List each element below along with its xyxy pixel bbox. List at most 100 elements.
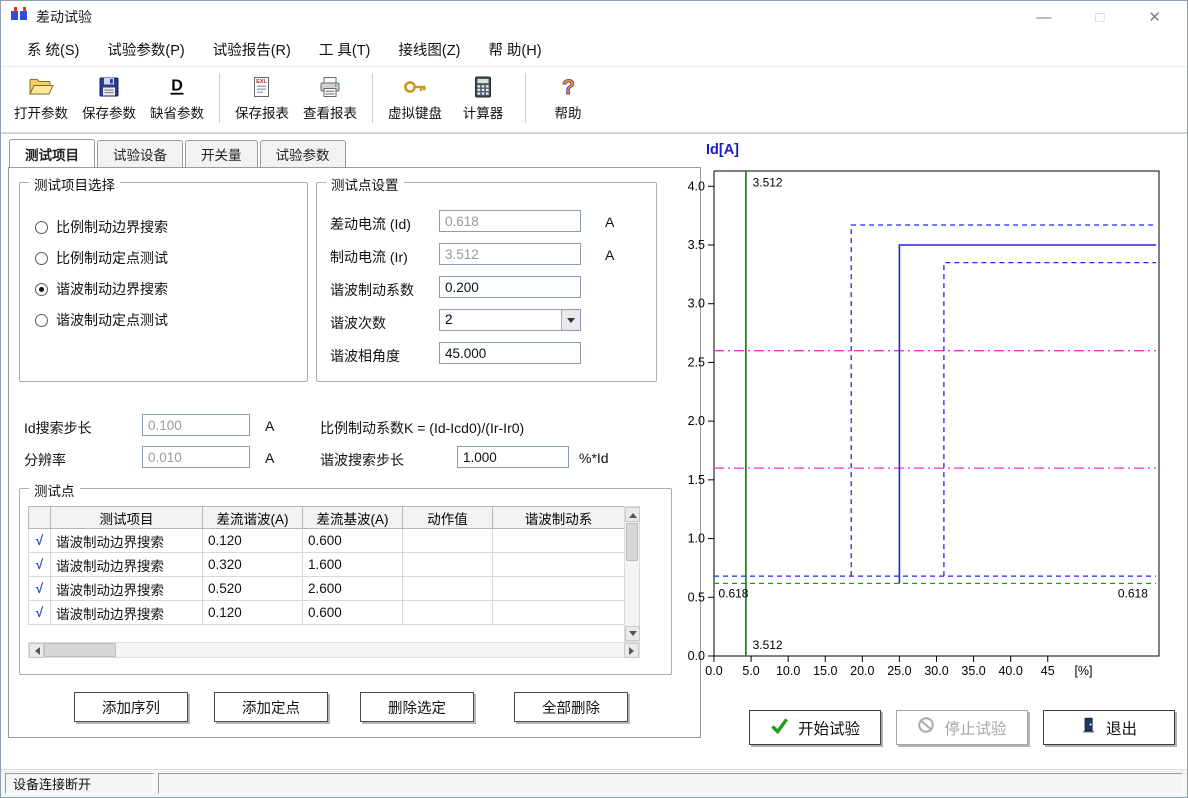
stop-test-button[interactable]: 停止试验 (896, 710, 1028, 745)
table-row[interactable]: √谐波制动边界搜索0.3201.600 (29, 553, 625, 577)
toolbar-default-params-button[interactable]: D缺省参数 (143, 71, 211, 122)
delete-all-button[interactable]: 全部删除 (514, 692, 628, 722)
tab-test-items[interactable]: 测试项目 (9, 139, 95, 167)
svg-text:[%]: [%] (1074, 664, 1092, 678)
resolution-unit: A (265, 450, 274, 466)
harmonic-brake-coeff-input[interactable] (439, 276, 581, 298)
scroll-down-icon[interactable] (625, 626, 640, 641)
radio-option-label: 谐波制动边界搜索 (56, 279, 168, 299)
cell-r3-c1: 谐波制动边界搜索 (51, 577, 203, 601)
radio-option-3[interactable]: 谐波制动边界搜索 (35, 279, 168, 299)
menu-item-test-params[interactable]: 试验参数(P) (93, 34, 198, 65)
radio-option-4[interactable]: 谐波制动定点测试 (35, 310, 168, 330)
toolbar-save-floppy-button[interactable]: 保存参数 (75, 71, 143, 122)
svg-text:20.0: 20.0 (850, 664, 874, 678)
harmonic-phase-label: 谐波相角度 (330, 346, 400, 366)
table-vertical-scrollbar[interactable] (624, 506, 640, 642)
svg-text:1.0: 1.0 (688, 532, 705, 546)
row-check-icon[interactable]: √ (29, 553, 51, 577)
harmonic-order-select[interactable]: 2 (439, 309, 581, 331)
brake-current-ir-input (439, 243, 581, 265)
table-horizontal-scrollbar[interactable] (28, 642, 640, 658)
radio-option-1[interactable]: 比例制动边界搜索 (35, 217, 168, 237)
toolbar-open-folder-button[interactable]: 打开参数 (7, 71, 75, 122)
horizontal-scroll-thumb[interactable] (44, 643, 116, 657)
scroll-right-icon[interactable] (624, 643, 639, 658)
virtual-keyboard-icon (402, 73, 428, 101)
menu-item-wiring-diagram[interactable]: 接线图(Z) (384, 34, 474, 65)
svg-text:EXL: EXL (256, 79, 267, 85)
check-icon (770, 717, 789, 739)
toolbar-button-label: 保存参数 (82, 102, 136, 122)
toolbar: 打开参数保存参数 D缺省参数 EXL 保存报表查看报表 虚拟键盘计算器 ?帮助 (1, 67, 1187, 134)
harmonic-order-value: 2 (440, 310, 561, 330)
status-connection: 设备连接断开 (5, 773, 154, 794)
svg-text:5.0: 5.0 (742, 664, 759, 678)
radio-option-label: 比例制动边界搜索 (56, 217, 168, 237)
toolbar-help-button[interactable]: ?帮助 (534, 71, 602, 122)
harmonic-step-input[interactable] (457, 446, 569, 468)
harmonic-order-label: 谐波次数 (330, 313, 386, 333)
exit-button[interactable]: 退出 (1043, 710, 1175, 745)
toolbar-button-label: 计算器 (463, 102, 504, 122)
minimize-icon[interactable]: — (1036, 10, 1051, 25)
chart-region: Id[A] 0.00.51.01.52.02.53.03.54.00.05.01… (653, 134, 1188, 771)
cell-r1-c4 (403, 529, 493, 553)
brake-current-ir-label: 制动电流 (Ir) (330, 247, 408, 267)
calculator-icon (471, 73, 495, 101)
radio-icon (35, 252, 48, 265)
cell-r1-c1: 谐波制动边界搜索 (51, 529, 203, 553)
harmonic-phase-input[interactable] (439, 342, 581, 364)
menu-item-tools[interactable]: 工 具(T) (305, 34, 385, 65)
tab-test-params[interactable]: 试验参数 (260, 140, 346, 167)
scroll-track[interactable] (116, 643, 624, 657)
tab-switch-quantity[interactable]: 开关量 (185, 140, 258, 167)
column-header-2: 差流谐波(A) (203, 507, 303, 529)
row-check-icon[interactable]: √ (29, 601, 51, 625)
ratio-coeff-formula: 比例制动系数K = (Id-Icd0)/(Ir-Ir0) (320, 418, 524, 438)
toolbar-button-label: 查看报表 (303, 102, 357, 122)
maximize-icon[interactable]: □ (1095, 10, 1104, 25)
stop-test-label: 停止试验 (944, 717, 1006, 739)
harmonic-step-label: 谐波搜索步长 (320, 450, 404, 470)
row-check-icon[interactable]: √ (29, 577, 51, 601)
save-floppy-icon (97, 73, 121, 101)
svg-text:25.0: 25.0 (887, 664, 911, 678)
brake-current-ir-unit: A (605, 247, 614, 263)
cell-r2-c2: 0.320 (203, 553, 303, 577)
cell-r4-c4 (403, 601, 493, 625)
add-point-button[interactable]: 添加定点 (214, 692, 328, 722)
row-check-icon[interactable]: √ (29, 529, 51, 553)
menu-item-system[interactable]: 系 统(S) (13, 34, 93, 65)
start-test-button[interactable]: 开始试验 (749, 710, 881, 745)
titlebar[interactable]: 差动试验 — □ ✕ (1, 1, 1187, 33)
table-row[interactable]: √谐波制动边界搜索0.5202.600 (29, 577, 625, 601)
vertical-scroll-thumb[interactable] (626, 523, 638, 561)
test-points-grid[interactable]: 测试项目差流谐波(A)差流基波(A)动作值谐波制动系√谐波制动边界搜索0.120… (28, 506, 625, 625)
add-sequence-button[interactable]: 添加序列 (74, 692, 188, 722)
toolbar-button-label: 保存报表 (235, 102, 289, 122)
test-item-select-group: 测试项目选择 比例制动边界搜索比例制动定点测试谐波制动边界搜索谐波制动定点测试 (19, 182, 308, 382)
scroll-left-icon[interactable] (29, 643, 44, 658)
toolbar-view-report-button[interactable]: 查看报表 (296, 71, 364, 122)
table-row[interactable]: √谐波制动边界搜索0.1200.600 (29, 601, 625, 625)
radio-icon (35, 221, 48, 234)
radio-option-label: 谐波制动定点测试 (56, 310, 168, 330)
delete-selected-button[interactable]: 删除选定 (360, 692, 474, 722)
menu-item-help[interactable]: 帮 助(H) (474, 34, 555, 65)
scroll-up-icon[interactable] (625, 507, 640, 522)
radio-option-2[interactable]: 比例制动定点测试 (35, 248, 168, 268)
table-row[interactable]: √谐波制动边界搜索0.1200.600 (29, 529, 625, 553)
toolbar-virtual-keyboard-button[interactable]: 虚拟键盘 (381, 71, 449, 122)
chevron-down-icon[interactable] (561, 310, 580, 330)
close-icon[interactable]: ✕ (1148, 10, 1161, 25)
tab-test-device[interactable]: 试验设备 (97, 140, 183, 167)
toolbar-calculator-button[interactable]: 计算器 (449, 71, 517, 122)
menu-item-test-report[interactable]: 试验报告(R) (199, 34, 305, 65)
svg-text:?: ? (562, 76, 575, 99)
window-controls: — □ ✕ (1036, 10, 1177, 25)
cell-r1-c5 (493, 529, 625, 553)
svg-text:0.5: 0.5 (688, 590, 705, 604)
toolbar-save-report-button[interactable]: EXL 保存报表 (228, 71, 296, 122)
harmonic-step-unit: %*Id (579, 450, 609, 466)
